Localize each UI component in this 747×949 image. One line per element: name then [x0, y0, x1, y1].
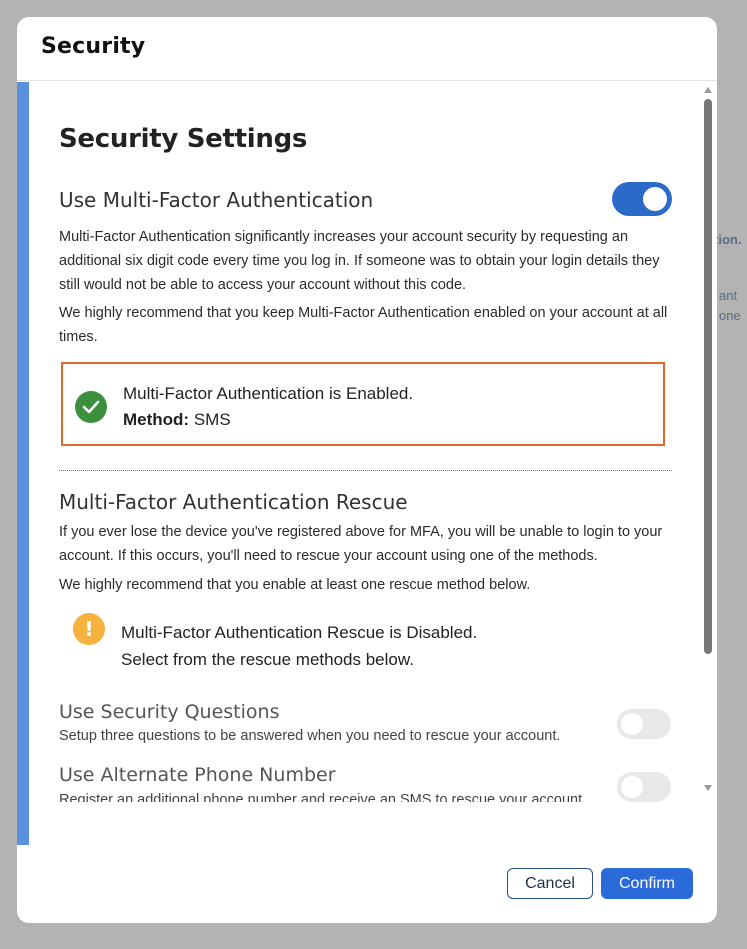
mfa-method: Method: SMS: [123, 410, 231, 430]
mfa-toggle[interactable]: [612, 182, 672, 216]
section-divider: [59, 470, 672, 471]
background-text-fragment: ant: [719, 288, 738, 303]
scrollbar-thumb[interactable]: [704, 99, 712, 654]
alternate-phone-title: Use Alternate Phone Number: [59, 764, 336, 786]
modal-title: Security: [41, 34, 146, 59]
toggle-knob: [643, 187, 667, 211]
mfa-recommendation: We highly recommend that you keep Multi-…: [59, 305, 668, 345]
mfa-description: Multi-Factor Authentication significantl…: [59, 229, 660, 293]
background-text-fragment: one: [719, 308, 741, 323]
vertical-scrollbar[interactable]: [702, 85, 714, 793]
mfa-method-label: Method:: [123, 410, 190, 429]
settings-scroll-area[interactable]: Security Settings Use Multi-Factor Authe…: [29, 82, 707, 802]
rescue-description: If you ever lose the device you've regis…: [59, 524, 663, 564]
toggle-knob: [621, 713, 643, 735]
alternate-phone-description: Register an additional phone number and …: [59, 792, 587, 802]
accent-bar: [17, 82, 29, 845]
rescue-status-hint: Select from the rescue methods below.: [121, 650, 414, 669]
mfa-method-value: SMS: [193, 410, 231, 429]
security-questions-toggle[interactable]: [617, 709, 671, 739]
exclamation-circle-icon: !: [73, 613, 105, 645]
rescue-recommendation: We highly recommend that you enable at l…: [59, 577, 531, 593]
scroll-down-arrow-icon[interactable]: [704, 785, 712, 791]
mfa-status-box: Multi-Factor Authentication is Enabled. …: [61, 362, 665, 446]
cancel-button[interactable]: Cancel: [507, 868, 593, 899]
background-text-fragment: tion.: [714, 232, 742, 247]
rescue-heading: Multi-Factor Authentication Rescue: [59, 490, 408, 514]
rescue-status-text: Multi-Factor Authentication Rescue is Di…: [121, 623, 478, 642]
check-circle-icon: [75, 391, 107, 423]
mfa-status-text: Multi-Factor Authentication is Enabled.: [123, 384, 414, 403]
security-modal: Security Security Settings Use Multi-Fac…: [17, 17, 717, 923]
security-questions-description: Setup three questions to be answered whe…: [59, 728, 561, 744]
alternate-phone-toggle[interactable]: [617, 772, 671, 802]
security-questions-title: Use Security Questions: [59, 701, 280, 723]
confirm-button[interactable]: Confirm: [601, 868, 693, 899]
mfa-toggle-label: Use Multi-Factor Authentication: [59, 188, 374, 212]
toggle-knob: [621, 776, 643, 798]
modal-header: Security: [17, 17, 717, 81]
scroll-up-arrow-icon[interactable]: [704, 87, 712, 93]
page-title: Security Settings: [59, 124, 308, 154]
